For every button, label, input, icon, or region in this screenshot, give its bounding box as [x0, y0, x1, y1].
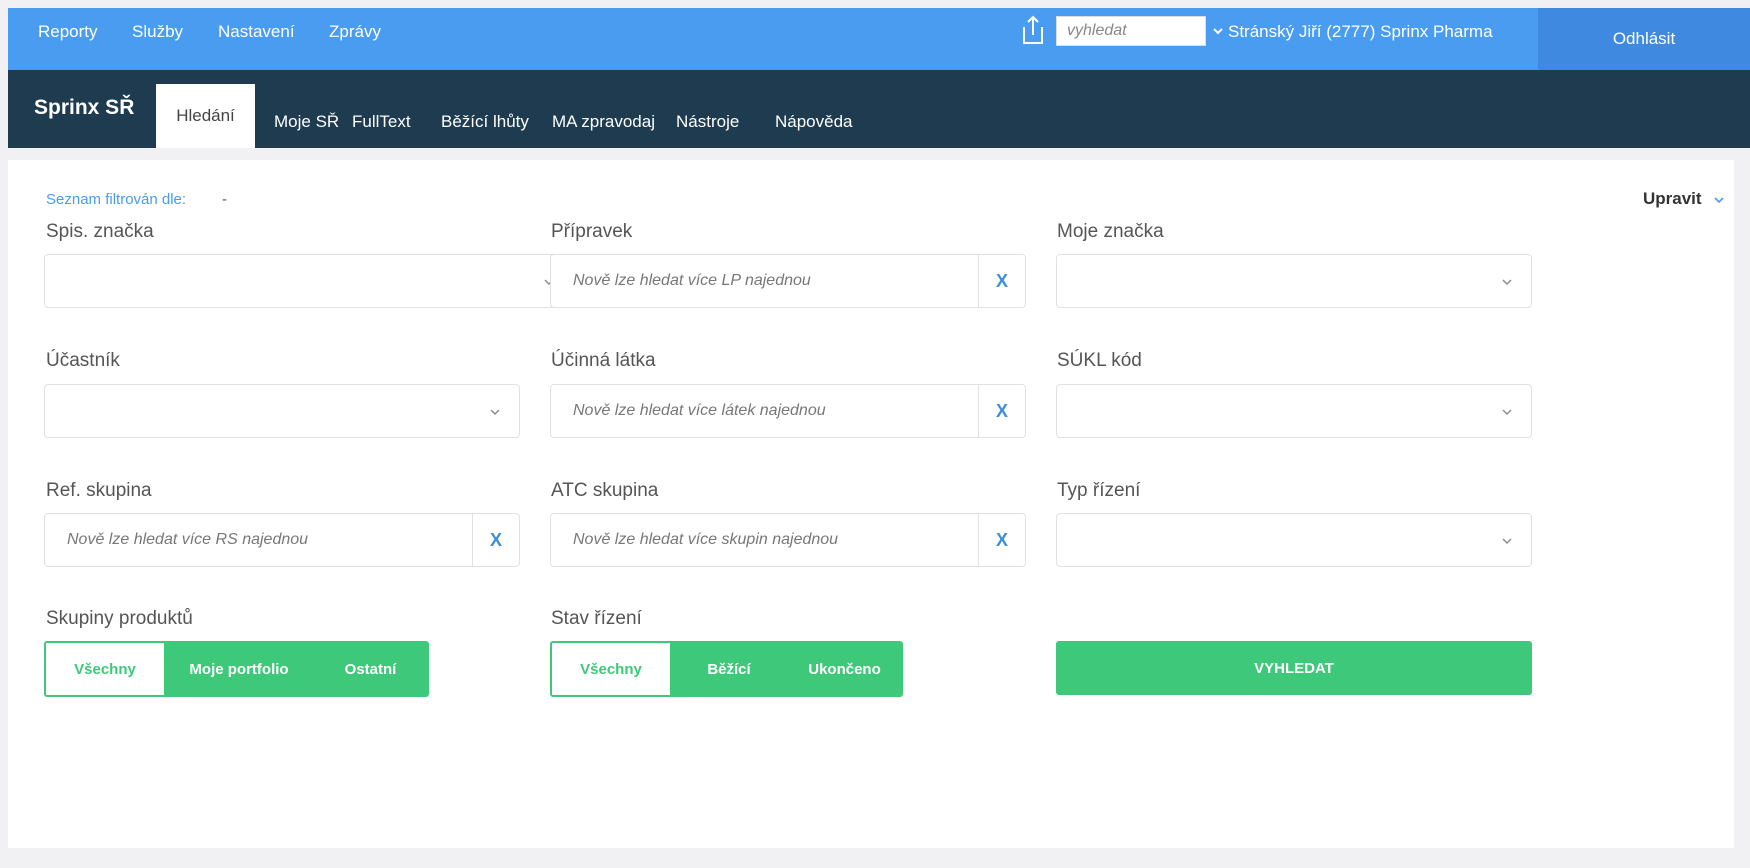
ucinna-latka-placeholder: Nově lze hledat více látek najednou [573, 402, 826, 419]
stav-rizeni-label: Stav řízení [551, 608, 642, 629]
top-link-reporty[interactable]: Reporty [38, 22, 98, 42]
pripravek-input[interactable]: Nově lze hledat více LP najednou X [550, 254, 1026, 308]
clear-ref-skupina-icon[interactable]: X [472, 514, 519, 566]
ref-skupina-placeholder: Nově lze hledat více RS najednou [67, 531, 309, 548]
typ-rizeni-label: Typ řízení [1057, 480, 1141, 501]
procedure-state-bezici[interactable]: Běžící [670, 643, 788, 695]
user-label[interactable]: Stránský Jiří (2777) Sprinx Pharma [1228, 22, 1493, 42]
main-nav [8, 70, 1750, 148]
atc-skupina-input[interactable]: Nově lze hledat více skupin najednou X [550, 513, 1026, 567]
chevron-down-icon [1502, 279, 1512, 285]
ref-skupina-label: Ref. skupina [46, 480, 152, 501]
search-input[interactable]: vyhledat [1056, 16, 1206, 46]
edit-filter-button[interactable]: Upravit [1643, 189, 1702, 209]
brand-logo[interactable]: Sprinx SŘ [34, 96, 134, 120]
chevron-down-icon [1502, 409, 1512, 415]
product-groups-ostatni[interactable]: Ostatní [314, 643, 427, 695]
product-groups-vsechny[interactable]: Všechny [46, 643, 164, 695]
product-groups-moje-portfolio[interactable]: Moje portfolio [164, 643, 314, 695]
chevron-down-icon[interactable] [1211, 24, 1225, 38]
top-link-zpravy[interactable]: Zprávy [329, 22, 381, 42]
chevron-down-icon[interactable] [1713, 194, 1725, 206]
sukl-kod-label: SÚKL kód [1057, 350, 1142, 371]
procedure-state-toggle: Všechny Běžící Ukončeno [550, 641, 903, 697]
ucinna-latka-input[interactable]: Nově lze hledat více látek najednou X [550, 384, 1026, 438]
clear-ucinna-latka-icon[interactable]: X [978, 385, 1025, 437]
skupiny-produktu-label: Skupiny produktů [46, 608, 193, 629]
ref-skupina-input[interactable]: Nově lze hledat více RS najednou X [44, 513, 520, 567]
tab-fulltext[interactable]: FullText [352, 112, 411, 132]
tab-bezici-lhuty[interactable]: Běžící lhůty [441, 112, 529, 132]
tab-ma-zpravodaj[interactable]: MA zpravodaj [552, 112, 655, 132]
clear-atc-skupina-icon[interactable]: X [978, 514, 1025, 566]
ucinna-latka-label: Účinná látka [551, 350, 656, 371]
typ-rizeni-select[interactable] [1056, 513, 1532, 567]
product-groups-toggle: Všechny Moje portfolio Ostatní [44, 641, 429, 697]
tab-nastroje[interactable]: Nástroje [676, 112, 739, 132]
spis-znacka-select[interactable] [44, 254, 574, 308]
atc-skupina-placeholder: Nově lze hledat více skupin najednou [573, 531, 839, 548]
clear-pripravek-icon[interactable]: X [978, 255, 1025, 307]
top-link-sluzby[interactable]: Služby [132, 22, 183, 42]
sukl-kod-select[interactable] [1056, 384, 1532, 438]
logout-button[interactable]: Odhlásit [1538, 8, 1750, 70]
tab-napoveda[interactable]: Nápověda [775, 112, 853, 132]
filter-value: - [222, 191, 227, 208]
moje-znacka-select[interactable] [1056, 254, 1532, 308]
share-icon[interactable] [1020, 14, 1046, 46]
procedure-state-vsechny[interactable]: Všechny [552, 643, 670, 695]
chevron-down-icon [1502, 538, 1512, 544]
filter-label: Seznam filtrován dle: [46, 191, 187, 208]
tab-moje-sr[interactable]: Moje SŘ [274, 112, 339, 132]
atc-skupina-label: ATC skupina [551, 480, 659, 501]
tab-hledani[interactable]: Hledání [156, 84, 255, 148]
procedure-state-ukonceno[interactable]: Ukončeno [788, 643, 901, 695]
ucastnik-label: Účastník [46, 350, 120, 371]
ucastnik-select[interactable] [44, 384, 520, 438]
pripravek-label: Přípravek [551, 221, 633, 242]
search-button[interactable]: VYHLEDAT [1056, 641, 1532, 695]
chevron-down-icon [490, 409, 500, 415]
moje-znacka-label: Moje značka [1057, 221, 1164, 242]
top-link-nastaveni[interactable]: Nastavení [218, 22, 295, 42]
pripravek-placeholder: Nově lze hledat více LP najednou [573, 272, 811, 289]
spis-znacka-label: Spis. značka [46, 221, 154, 242]
